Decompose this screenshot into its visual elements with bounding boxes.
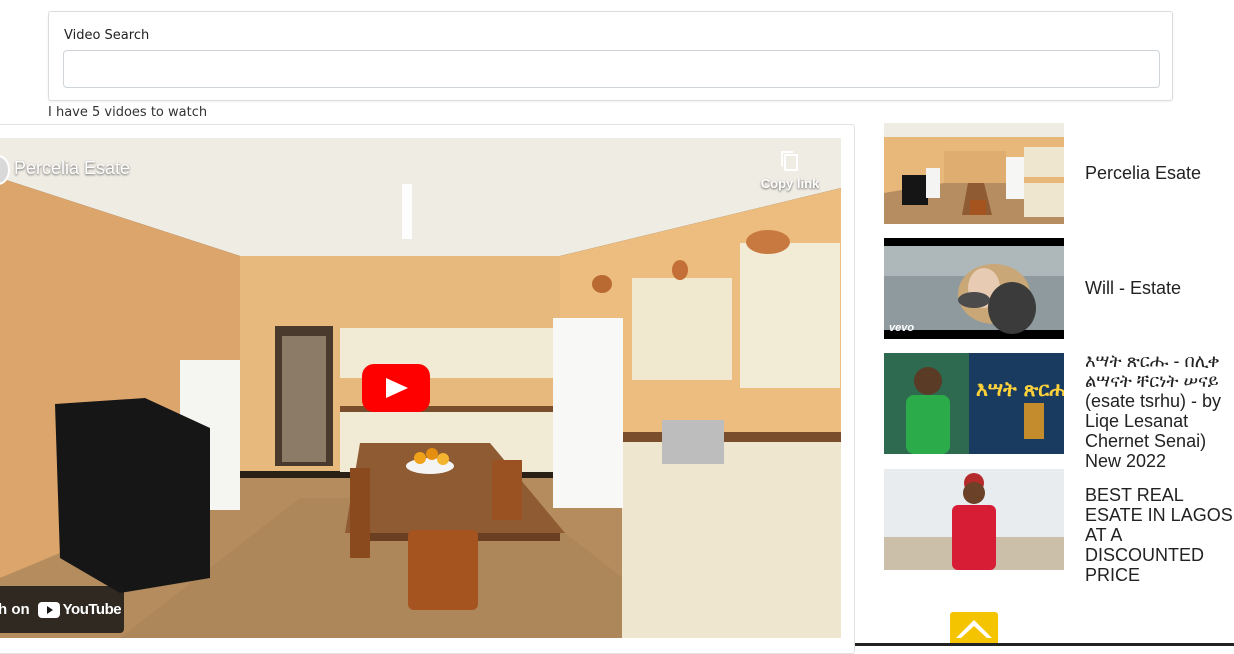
watch-on-label: h on bbox=[0, 601, 30, 618]
playlist-item[interactable]: Percelia Esate bbox=[884, 123, 1234, 224]
playlist-item[interactable]: BEST REAL ESATE IN LAGOS AT A DISCOUNTED… bbox=[884, 469, 1234, 585]
video-title[interactable]: Percelia Esate bbox=[14, 158, 130, 179]
playlist-item-title: Will - Estate bbox=[1085, 278, 1182, 298]
youtube-logo-icon: YouTube bbox=[37, 601, 122, 618]
play-icon bbox=[386, 378, 408, 398]
video-search-panel: Video Search bbox=[48, 11, 1173, 101]
play-button[interactable] bbox=[362, 364, 430, 412]
video-thumbnail bbox=[884, 469, 1064, 570]
playlist-item[interactable]: vevo Will - Estate bbox=[884, 238, 1234, 339]
video-search-label: Video Search bbox=[64, 28, 150, 43]
copy-icon bbox=[781, 151, 798, 171]
youtube-logo-text: YouTube bbox=[62, 601, 122, 618]
video-thumbnail: vevo bbox=[884, 238, 1064, 339]
playlist-item-title: BEST REAL ESATE IN LAGOS AT A DISCOUNTED… bbox=[1085, 485, 1233, 585]
playlist-item-title: እሣት ጽርሑ - በሊቀ ልሣናት ቸርነት ሠናይ (esate tsrhu… bbox=[1085, 351, 1222, 471]
copy-link-button[interactable]: Copy link bbox=[758, 150, 822, 191]
playlist-item-title: Percelia Esate bbox=[1085, 163, 1202, 183]
watch-on-youtube-button[interactable]: h on YouTube bbox=[0, 586, 124, 633]
video-thumbnail: እሣት ጽርሑ bbox=[884, 353, 1064, 454]
vevo-badge: vevo bbox=[889, 322, 915, 334]
copy-link-label: Copy link bbox=[760, 176, 820, 191]
playlist-item[interactable]: እሣት ጽርሑ እሣት ጽርሑ - በሊቀ ልሣናት ቸርነት ሠናይ (esa… bbox=[884, 351, 1234, 471]
video-thumbnail bbox=[884, 123, 1064, 224]
thumbnail-caption: እሣት ጽርሑ bbox=[976, 377, 1064, 401]
video-search-input[interactable] bbox=[63, 50, 1160, 88]
video-count-text: I have 5 vidoes to watch bbox=[48, 105, 208, 120]
